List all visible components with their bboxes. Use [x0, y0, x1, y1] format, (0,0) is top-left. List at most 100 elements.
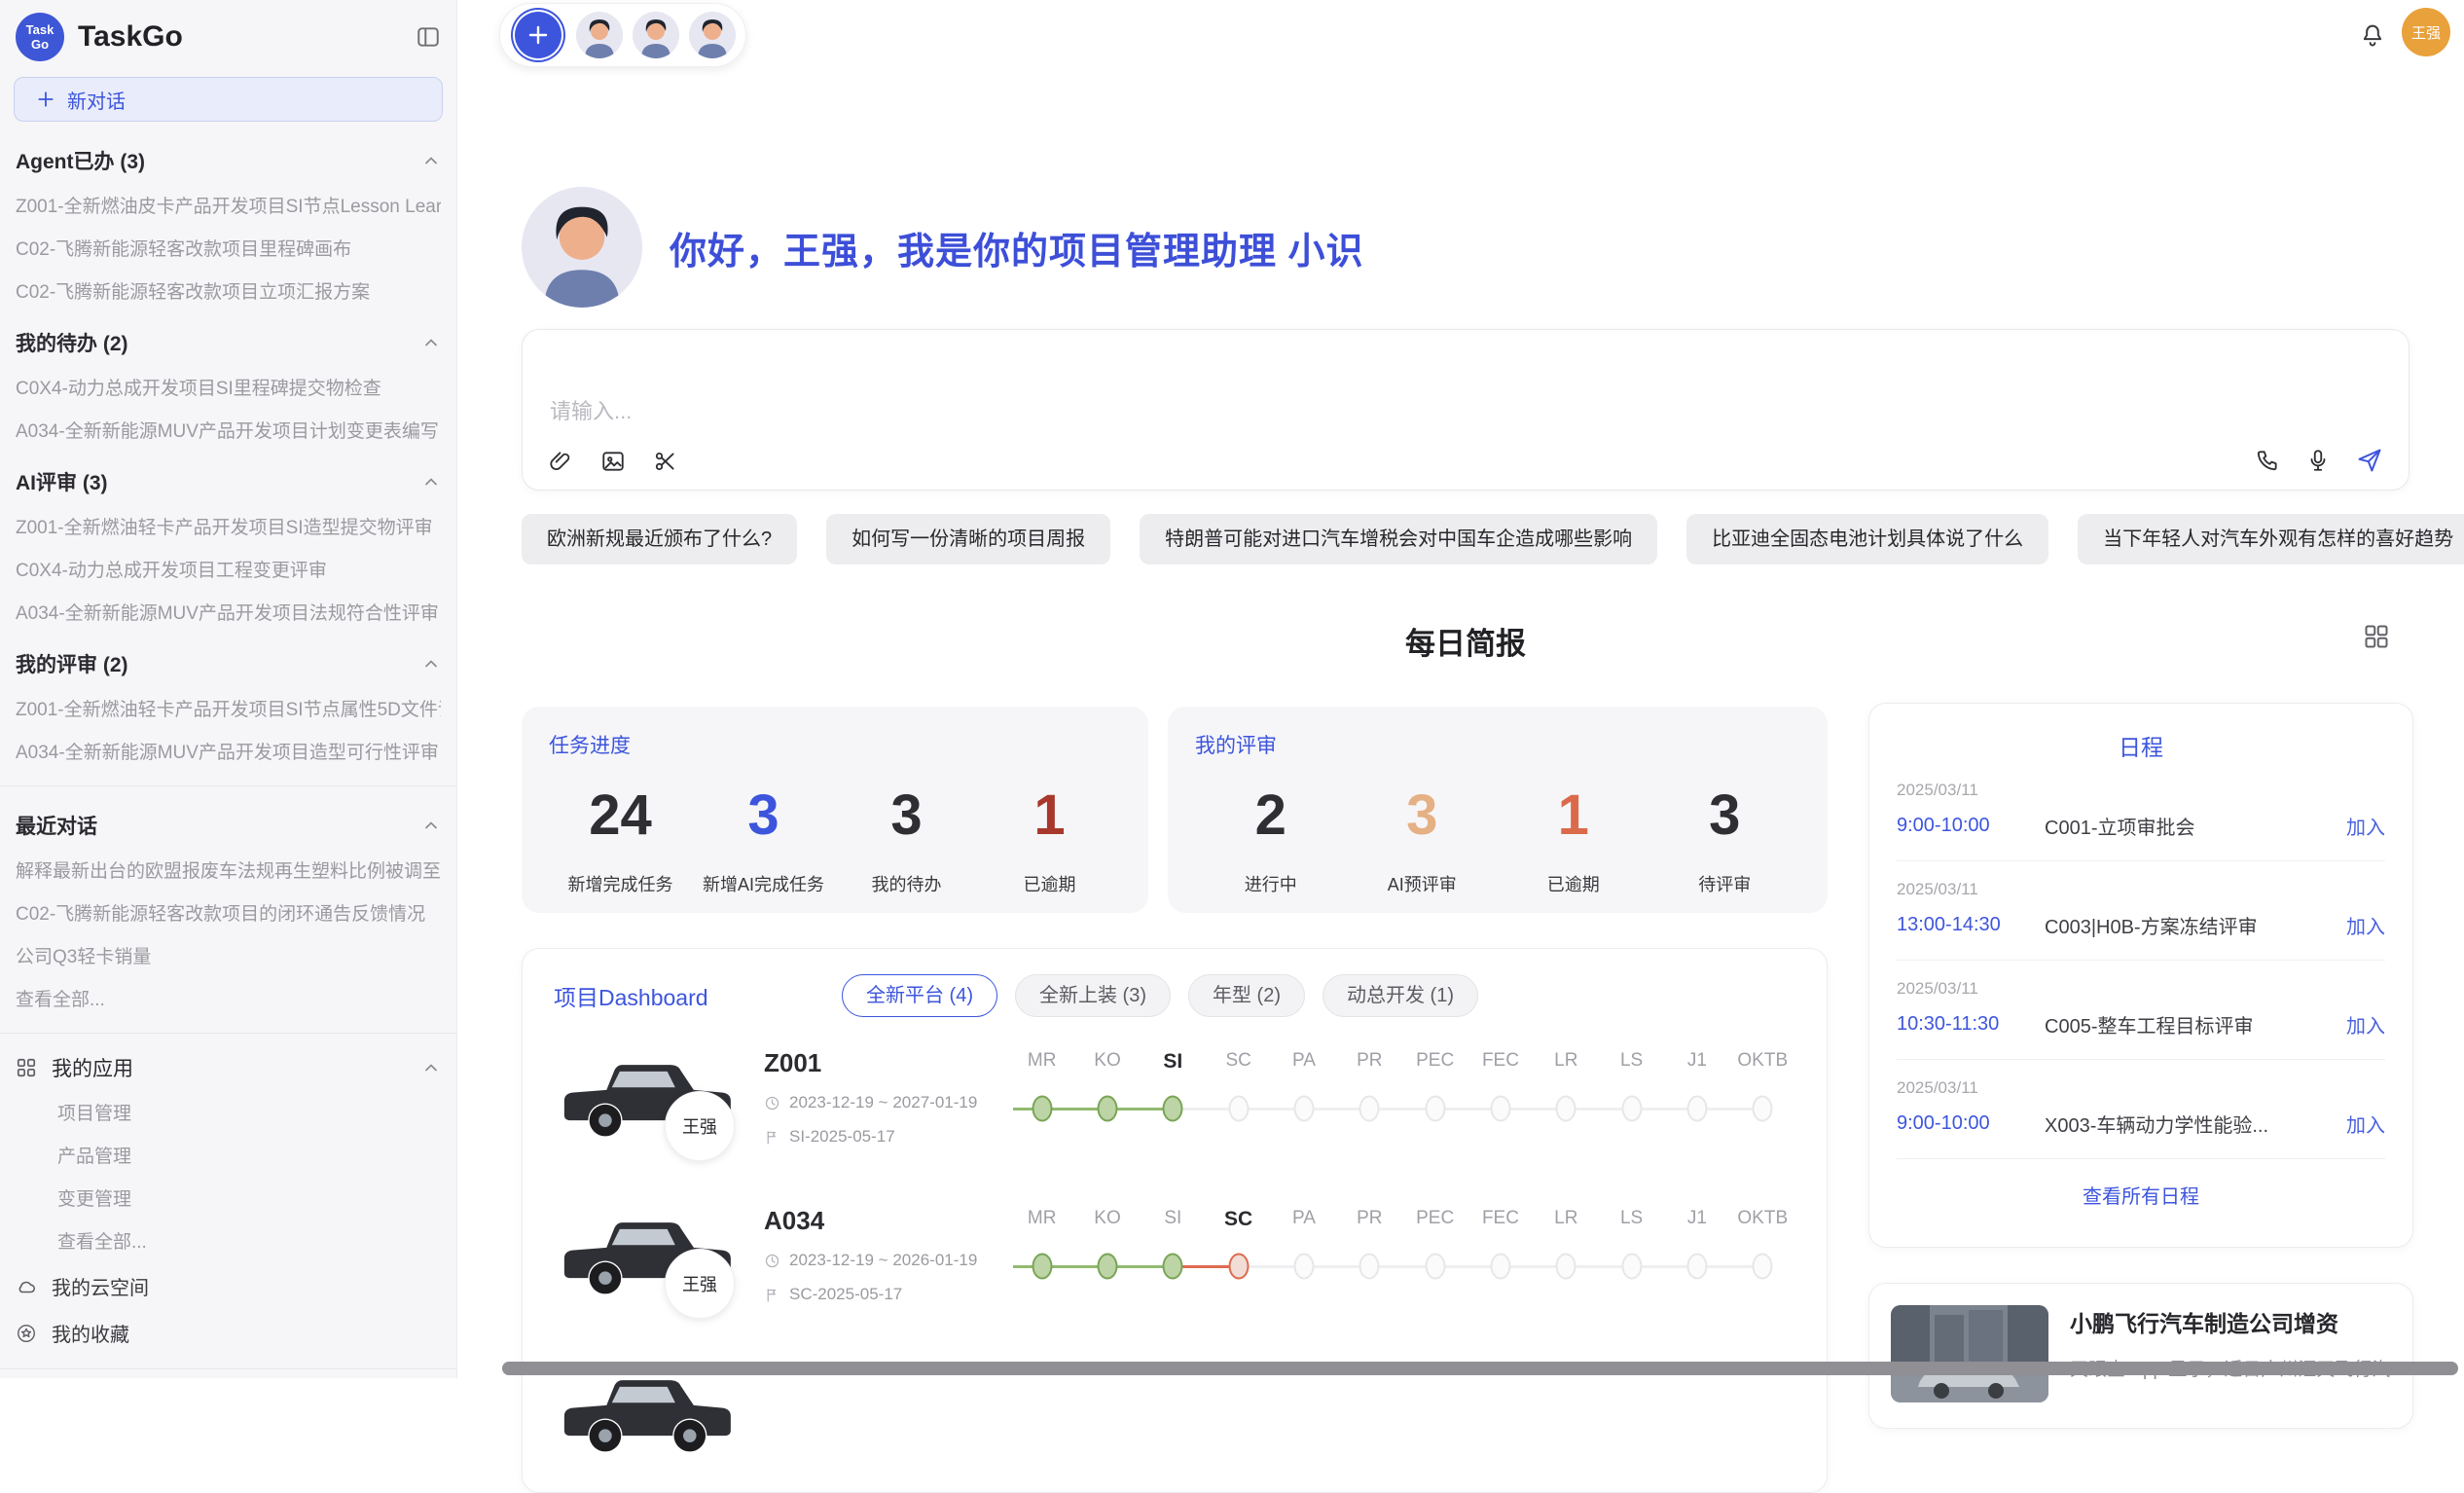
layout-grid-icon[interactable] [2363, 623, 2390, 650]
send-icon[interactable] [2356, 447, 2383, 474]
conversation-item[interactable]: A034-全新新能源MUV产品开发项目法规符合性评审 [16, 599, 441, 625]
image-icon[interactable] [600, 449, 626, 474]
event-time: 9:00-10:00 [1897, 815, 2045, 837]
event-date: 2025/03/11 [1897, 880, 2385, 899]
section-agent-done[interactable]: Agent已办 (3) [16, 146, 441, 175]
join-button[interactable]: 加入 [2346, 812, 2385, 840]
view-all-conversations[interactable]: 查看全部... [16, 985, 441, 1011]
scissors-icon[interactable] [653, 449, 678, 474]
milestone-mr: MR [1009, 1208, 1074, 1288]
my-review-card: 我的评审 2 进行中 3 AI预评审 1 已逾期 3 待评审 [1168, 707, 1828, 913]
suggestion-chip[interactable]: 如何写一份清晰的项目周报 [826, 514, 1110, 564]
project-milestone-date: SC-2025-05-17 [789, 1285, 902, 1304]
conversation-item[interactable]: A034-全新新能源MUV产品开发项目造型可行性评审 [16, 738, 441, 764]
agent-avatar[interactable] [576, 12, 623, 58]
stat-label: 我的待办 [835, 871, 978, 896]
favorites-label: 我的收藏 [52, 1319, 129, 1347]
conversation-item[interactable]: Z001-全新燃油轻卡产品开发项目SI造型提交物评审 [16, 513, 441, 539]
new-chat-button[interactable]: 新对话 [14, 77, 443, 122]
stat: 2 进行中 [1195, 783, 1347, 896]
tab-model-year[interactable]: 年型 (2) [1188, 974, 1305, 1017]
dashboard-title: 项目Dashboard [554, 979, 842, 1012]
chat-input[interactable]: 请输入... [522, 329, 2410, 491]
stat: 1 已逾期 [1498, 783, 1649, 896]
event-time: 10:30-11:30 [1897, 1013, 2045, 1036]
conversation-item[interactable]: 公司Q3轻卡销量 [16, 942, 441, 968]
suggestion-chip[interactable]: 比亚迪全固态电池计划具体说了什么 [1686, 514, 2048, 564]
conversation-item[interactable]: C02-飞腾新能源轻客改款项目的闭环通告反馈情况 [16, 899, 441, 926]
milestone-lr: LR [1534, 1208, 1599, 1288]
app-item-project-mgmt[interactable]: 项目管理 [57, 1099, 441, 1125]
milestone-ko: KO [1074, 1208, 1140, 1288]
daily-brief-title: 每日简报 [522, 619, 2410, 663]
milestone-j1: J1 [1664, 1050, 1729, 1130]
clock-icon [764, 1253, 780, 1269]
event-date: 2025/03/11 [1897, 1078, 2385, 1098]
news-card[interactable]: 小鹏飞行汽车制造公司增资 天眼查 App 显示，近日广州汇天飞行汽... [1868, 1283, 2413, 1429]
my-apps-header[interactable]: 我的应用 [16, 1053, 441, 1082]
app-item-product-mgmt[interactable]: 产品管理 [57, 1142, 441, 1168]
schedule-event: 2025/03/11 13:00-14:30 C003|H0B-方案冻结评审 加… [1897, 861, 2385, 961]
news-image [1891, 1305, 2048, 1402]
agent-avatar[interactable] [689, 12, 736, 58]
tab-new-body[interactable]: 全新上装 (3) [1015, 974, 1171, 1017]
app-item-change-mgmt[interactable]: 变更管理 [57, 1184, 441, 1211]
logo-line1: Task [26, 22, 54, 37]
suggestion-chip[interactable]: 当下年轻人对汽车外观有怎样的喜好趋势 [2078, 514, 2464, 564]
section-title: 最近对话 [16, 811, 421, 840]
task-progress-card: 任务进度 24 新增完成任务 3 新增AI完成任务 3 我的待办 1 已逾期 [522, 707, 1148, 913]
add-agent-button[interactable] [515, 12, 562, 58]
milestone-lr: LR [1534, 1050, 1599, 1130]
conversation-item[interactable]: C0X4-动力总成开发项目工程变更评审 [16, 556, 441, 582]
greeting-block: 你好，王强，我是你的项目管理助理 小识 [522, 187, 1364, 308]
conversation-item[interactable]: 解释最新出台的欧盟报废车法规再生塑料比例被调至15%... [16, 856, 441, 883]
cloud-space-label: 我的云空间 [52, 1272, 149, 1300]
stat-value: 3 [1347, 783, 1499, 848]
project-row[interactable]: 王强 A034 2023-12-19 ~ 2026-01-19 SC-2025-… [554, 1204, 1795, 1332]
tab-powertrain[interactable]: 动总开发 (1) [1323, 974, 1478, 1017]
suggestion-chip[interactable]: 特朗普可能对进口汽车增税会对中国车企造成哪些影响 [1140, 514, 1657, 564]
stat: 1 已逾期 [978, 783, 1121, 896]
app-title: TaskGo [78, 20, 416, 54]
section-ai-review[interactable]: AI评审 (3) [16, 467, 441, 496]
bell-icon[interactable] [2359, 21, 2386, 49]
view-all-schedule[interactable]: 查看所有日程 [1897, 1181, 2385, 1209]
chevron-up-icon [421, 654, 441, 674]
stat: 3 我的待办 [835, 783, 978, 896]
conversation-item[interactable]: Z001-全新燃油皮卡产品开发项目SI节点Lesson Learn报告 [16, 192, 441, 218]
join-button[interactable]: 加入 [2346, 911, 2385, 939]
horizontal-scrollbar[interactable] [502, 1362, 2458, 1375]
conversation-item[interactable]: C0X4-动力总成开发项目SI里程碑提交物检查 [16, 374, 441, 400]
section-my-todo[interactable]: 我的待办 (2) [16, 328, 441, 357]
project-row-partial [554, 1362, 1795, 1490]
project-row[interactable]: 王强 Z001 2023-12-19 ~ 2027-01-19 SI-2025-… [554, 1046, 1795, 1175]
join-button[interactable]: 加入 [2346, 1110, 2385, 1138]
conversation-item[interactable]: A034-全新新能源MUV产品开发项目计划变更表编写 [16, 417, 441, 443]
agent-avatar[interactable] [633, 12, 679, 58]
suggestion-chip[interactable]: 欧洲新规最近颁布了什么? [522, 514, 797, 564]
conversation-item[interactable]: C02-飞腾新能源轻客改款项目里程碑画布 [16, 235, 441, 261]
event-date: 2025/03/11 [1897, 979, 2385, 999]
join-button[interactable]: 加入 [2346, 1010, 2385, 1038]
clock-icon [764, 1095, 780, 1111]
collapse-sidebar-icon[interactable] [416, 24, 441, 50]
stat-value: 1 [1498, 783, 1649, 848]
conversation-item[interactable]: Z001-全新燃油轻卡产品开发项目SI节点属性5D文件评审 [16, 695, 441, 721]
user-avatar[interactable]: 王强 [2402, 8, 2450, 56]
milestone-pec: PEC [1402, 1050, 1468, 1130]
sidebar-item-favorites[interactable]: 我的收藏 [16, 1319, 441, 1347]
chevron-up-icon [421, 1058, 441, 1077]
paperclip-icon[interactable] [548, 449, 573, 474]
view-all-apps[interactable]: 查看全部... [57, 1227, 441, 1254]
mic-icon[interactable] [2305, 448, 2331, 473]
event-time: 9:00-10:00 [1897, 1112, 2045, 1135]
section-my-review[interactable]: 我的评审 (2) [16, 649, 441, 678]
taskgo-logo: Task Go [16, 13, 64, 61]
app-header: Task Go TaskGo [0, 0, 456, 61]
phone-icon[interactable] [2255, 448, 2280, 473]
section-recent[interactable]: 最近对话 [16, 811, 441, 840]
tab-new-platform[interactable]: 全新平台 (4) [842, 974, 997, 1017]
divider [0, 1033, 456, 1034]
sidebar-item-cloud-space[interactable]: 我的云空间 [16, 1272, 441, 1300]
conversation-item[interactable]: C02-飞腾新能源轻客改款项目立项汇报方案 [16, 277, 441, 304]
